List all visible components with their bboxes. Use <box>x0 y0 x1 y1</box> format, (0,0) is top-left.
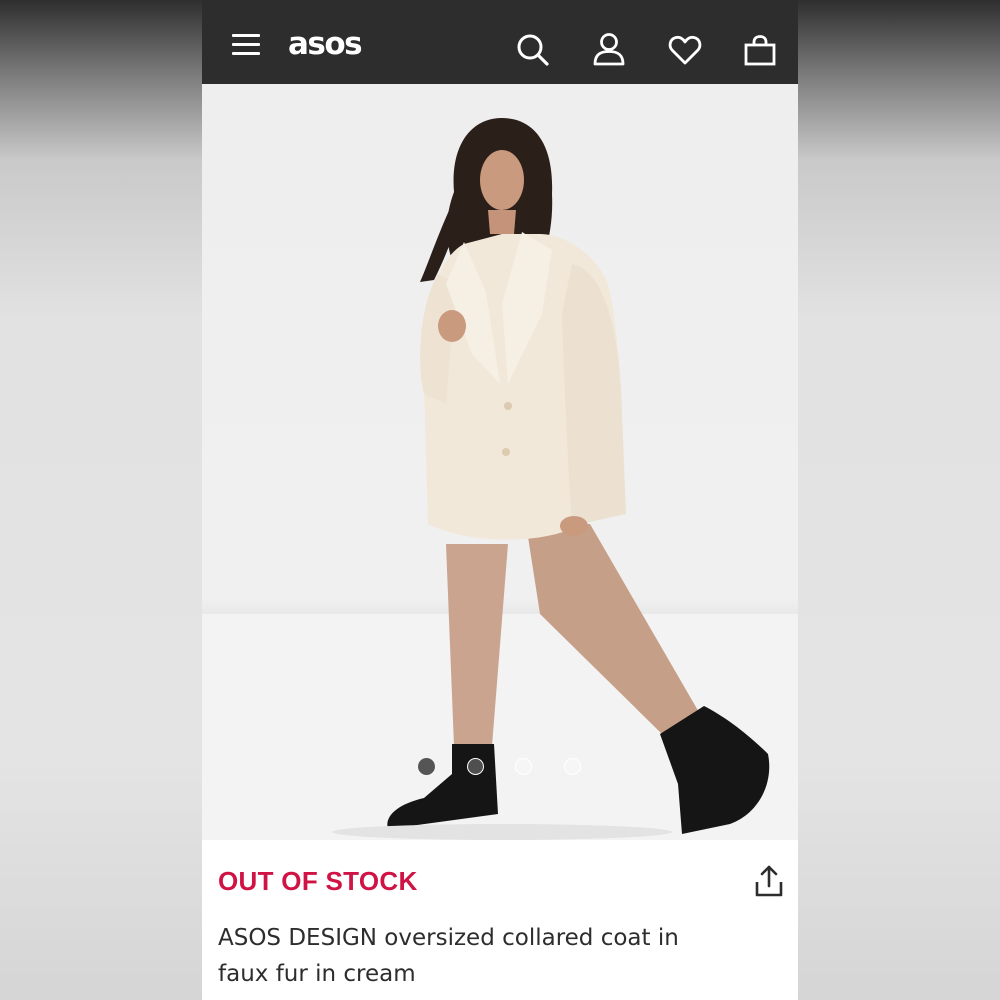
product-image[interactable] <box>202 84 798 840</box>
bag-icon[interactable] <box>744 34 776 66</box>
carousel-dot-3[interactable] <box>515 758 532 775</box>
header-bar: asos <box>202 0 798 84</box>
product-title-line-1: ASOS DESIGN oversized collared coat in <box>218 925 679 951</box>
account-icon[interactable] <box>593 32 625 66</box>
brand-logo[interactable]: asos <box>288 24 363 64</box>
product-title: ASOS DESIGN oversized collared coat in f… <box>218 920 738 992</box>
product-info: OUT OF STOCK ASOS DESIGN oversized colla… <box>202 840 798 1000</box>
share-icon[interactable] <box>754 864 784 898</box>
carousel-dot-4[interactable] <box>564 758 581 775</box>
carousel-dot-2[interactable] <box>467 758 484 775</box>
heart-icon[interactable] <box>668 34 702 66</box>
background-right <box>798 0 1000 1000</box>
product-title-line-2: faux fur in cream <box>218 961 416 987</box>
stock-status: OUT OF STOCK <box>218 866 418 896</box>
search-icon[interactable] <box>516 33 550 67</box>
model-photo <box>202 118 798 840</box>
menu-icon[interactable] <box>232 34 260 56</box>
background-left <box>0 0 202 1000</box>
product-page: asos OUT OF STOCK ASOS DESIGN oversized … <box>202 0 798 1000</box>
carousel-dot-1[interactable] <box>418 758 435 775</box>
